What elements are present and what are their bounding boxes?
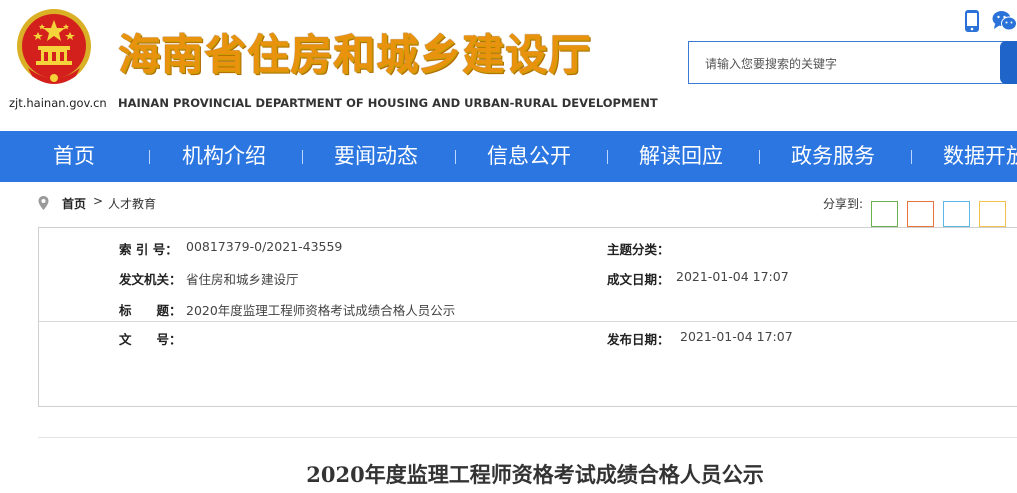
share-wechat-button[interactable] xyxy=(871,201,898,227)
share-qzone-button[interactable] xyxy=(979,201,1006,227)
title-value: 2020年度监理工程师资格考试成绩合格人员公示 xyxy=(186,303,456,318)
site-title[interactable]: 海南省住房和城乡建设厅 xyxy=(118,26,591,84)
nav-separator xyxy=(149,150,150,164)
issuer-value: 省住房和城乡建设厅 xyxy=(186,272,299,287)
national-emblem-icon[interactable] xyxy=(14,6,94,90)
nav-separator xyxy=(607,150,608,164)
published-date-label: 发布日期： xyxy=(607,332,670,347)
main-nav: 首页 机构介绍 要闻动态 信息公开 解读回应 政务服务 数据开放 xyxy=(0,131,1017,182)
article-title: 2020年度监理工程师资格考试成绩合格人员公示 xyxy=(306,462,764,487)
nav-separator xyxy=(759,150,760,164)
search-box xyxy=(688,41,1008,85)
nav-separator xyxy=(911,150,912,164)
breadcrumb-current[interactable]: 人才教育 xyxy=(108,195,156,212)
nav-separator xyxy=(455,150,456,164)
nav-item-services[interactable]: 政务服务 xyxy=(791,131,875,182)
document-info-table: 索 引 号： 00817379-0/2021-43559 主题分类： 发文机关：… xyxy=(38,227,1017,407)
created-date-label: 成文日期： xyxy=(607,272,670,287)
share-label: 分享到: xyxy=(823,197,864,211)
site-url: zjt.hainan.gov.cn xyxy=(9,96,107,110)
nav-item-news[interactable]: 要闻动态 xyxy=(334,131,418,182)
index-value: 00817379-0/2021-43559 xyxy=(186,239,343,254)
search-input[interactable] xyxy=(703,42,997,85)
nav-item-open-data[interactable]: 数据开放 xyxy=(943,131,1017,182)
breadcrumb-home[interactable]: 首页 xyxy=(62,195,86,212)
issuer-label: 发文机关： xyxy=(119,272,182,287)
content-divider xyxy=(38,437,1017,438)
title-label: 标 题： xyxy=(119,303,182,318)
info-divider xyxy=(39,321,1017,322)
published-date-value: 2021-01-04 17:07 xyxy=(680,329,793,344)
share-weibo-button[interactable] xyxy=(907,201,934,227)
location-pin-icon xyxy=(38,196,49,210)
nav-item-about[interactable]: 机构介绍 xyxy=(182,131,266,182)
nav-item-disclosure[interactable]: 信息公开 xyxy=(487,131,571,182)
breadcrumb-separator: > xyxy=(93,194,104,208)
nav-item-interpretation[interactable]: 解读回应 xyxy=(639,131,723,182)
index-label: 索 引 号： xyxy=(119,242,178,257)
nav-separator xyxy=(302,150,303,164)
created-date-value: 2021-01-04 17:07 xyxy=(676,269,789,284)
site-header: zjt.hainan.gov.cn 海南省住房和城乡建设厅 HAINAN PRO… xyxy=(0,0,1017,131)
wechat-icon[interactable] xyxy=(992,10,1017,32)
document-number-label: 文 号： xyxy=(119,332,182,347)
site-subtitle: HAINAN PROVINCIAL DEPARTMENT OF HOUSING … xyxy=(118,96,658,110)
search-button[interactable] xyxy=(1000,41,1017,84)
nav-item-home[interactable]: 首页 xyxy=(53,131,95,182)
topic-label: 主题分类： xyxy=(607,242,670,257)
share-qq-button[interactable] xyxy=(943,201,970,227)
mobile-phone-icon[interactable] xyxy=(964,10,980,32)
